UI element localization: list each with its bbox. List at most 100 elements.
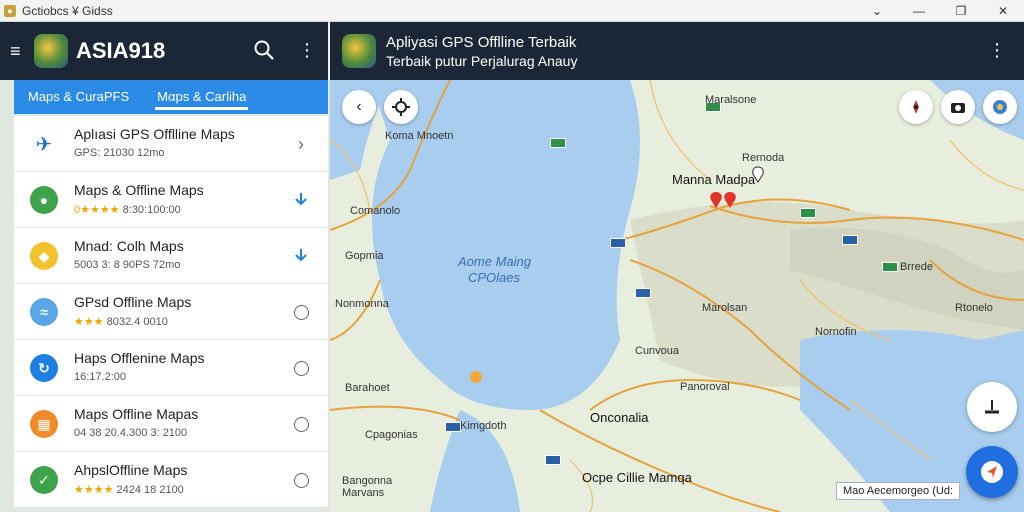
app-icon: ✓ xyxy=(30,466,58,494)
search-icon[interactable] xyxy=(252,38,278,64)
radio-button[interactable] xyxy=(292,471,310,489)
download-icon[interactable] xyxy=(292,247,310,265)
app-icon: ≈ xyxy=(30,298,58,326)
list-item-subtitle: 5003 3: 8 90PS 72mo xyxy=(74,259,180,271)
list-item-meta: 16:17.2:00 xyxy=(74,371,126,383)
road-shield xyxy=(550,138,566,148)
map-label: Maralsone xyxy=(705,94,757,106)
list-item-meta: 04 38 20.4.300 3: 2100 xyxy=(74,427,188,439)
map-scale-text: Mao Aecemorgeo (Ud: xyxy=(835,482,960,500)
app-header: ≡ ASIA918 ⋮ xyxy=(0,22,328,80)
app-icon: ↻ xyxy=(30,354,58,382)
chevron-down-icon[interactable]: ⌄ xyxy=(856,0,898,22)
list-item-meta: GPS: 21030 12mo xyxy=(74,147,165,159)
map-view[interactable]: Koma Mnoetn Manna Madpa Comanolo Aome Ma… xyxy=(330,80,1024,512)
list-item[interactable]: ≈ GPsd Offline Maps ★★★ 8032.4 0010 xyxy=(14,284,328,340)
minimize-icon[interactable]: — xyxy=(898,0,940,22)
map-label: Ocpe Cillie Mamqa xyxy=(582,470,692,485)
poi-marker-icon[interactable] xyxy=(468,369,484,387)
map-title: Apliyasi GPS Offlline Terbaik xyxy=(386,33,577,51)
locate-icon[interactable] xyxy=(384,90,418,124)
tab-maps-carliha[interactable]: Mαps & Carliha xyxy=(143,80,260,114)
list-item-title: AhpslOffline Maps xyxy=(74,462,188,478)
app-icon: ● xyxy=(30,186,58,214)
rating-stars: ★★★★ xyxy=(74,484,114,496)
map-label: Comanolo xyxy=(350,205,401,217)
map-label: Marolsan xyxy=(702,302,748,314)
hamburger-menu-icon[interactable]: ≡ xyxy=(10,41,32,62)
water-label: CPOlaes xyxy=(468,270,521,285)
navigation-icon[interactable] xyxy=(967,382,1017,432)
list-item-title: GPsd Offline Maps xyxy=(74,294,192,310)
map-label: Rernoda xyxy=(742,152,785,164)
directions-fab-icon[interactable] xyxy=(966,446,1018,498)
road-shield xyxy=(842,235,858,245)
road-shield xyxy=(882,262,898,272)
list-item[interactable]: ▦ Maps Offline Mapas 04 38 20.4.300 3: 210… xyxy=(14,396,328,452)
app-icon: ✈ xyxy=(30,130,58,158)
layers-icon[interactable] xyxy=(983,90,1017,124)
location-pin-icon[interactable] xyxy=(708,190,744,218)
list-item-meta: 8:30:100:00 xyxy=(122,204,181,216)
app-icon: ▦ xyxy=(30,410,58,438)
list-item-meta: 5003 3: 8 90PS 72mo xyxy=(74,259,181,271)
road-shield xyxy=(800,208,816,218)
window-controls: ⌄ — ❐ ✕ xyxy=(856,0,1024,22)
road-shield xyxy=(545,455,561,465)
list-item-title: Haps Offlenine Maps xyxy=(74,350,205,366)
back-icon[interactable]: ‹ xyxy=(342,90,376,124)
chevron-right-icon[interactable]: › xyxy=(292,134,310,154)
offline-maps-list: ✈ Aplıasi GPS Offlline Maps GPS: 21030 12m… xyxy=(14,116,328,508)
rating-stars: ★★★ xyxy=(74,316,104,328)
map-app-logo xyxy=(342,34,376,68)
list-item-subtitle: ★★★ 8032.4 0010 xyxy=(74,315,168,328)
close-icon[interactable]: ✕ xyxy=(982,0,1024,22)
radio-button[interactable] xyxy=(292,415,310,433)
list-item-title: Mnad: Colh Maps xyxy=(74,238,184,254)
map-label: Kimgdoth xyxy=(460,420,507,432)
camera-icon[interactable] xyxy=(941,90,975,124)
location-pin-icon[interactable] xyxy=(750,166,766,186)
map-label: Nonmonna xyxy=(335,298,389,310)
app-icon: ● xyxy=(4,4,16,17)
radio-button[interactable] xyxy=(292,359,310,377)
map-more-options-icon[interactable]: ⋮ xyxy=(988,40,1006,61)
road-shield xyxy=(610,238,626,248)
tab-maps-curapfs[interactable]: Maps & CuraPFS xyxy=(14,80,143,114)
restore-icon[interactable]: ❐ xyxy=(940,0,982,22)
map-label: Bangonna xyxy=(342,475,393,487)
compass-icon[interactable] xyxy=(899,90,933,124)
list-item-title: Maps Offline Mapas xyxy=(74,406,199,422)
map-label: Brrede xyxy=(900,261,934,273)
map-label: Cunvoua xyxy=(635,345,680,357)
list-item-meta: 8032.4 0010 xyxy=(106,316,168,328)
map-header: Apliyasi GPS Offlline Terbaik Terbaik pu… xyxy=(330,22,1024,80)
app-icon: ◆ xyxy=(30,242,58,270)
list-item-subtitle: GPS: 21030 12mo xyxy=(74,147,165,159)
list-item[interactable]: ● Maps & Offline Maps 0★★★★ 8:30:100:00 xyxy=(14,172,328,228)
map-label: Manna Madpa xyxy=(672,172,756,187)
radio-button[interactable] xyxy=(292,303,310,321)
road-shield xyxy=(445,422,461,432)
window-title-bar: ● Gctiobcs ¥ Gidss ⌄ — ❐ ✕ xyxy=(0,0,1024,22)
map-label: Marvans xyxy=(342,487,385,499)
app-logo xyxy=(34,34,68,68)
list-item[interactable]: ✓ AhpslOffline Maps ★★★★ 2424 18 2100 xyxy=(14,452,328,508)
map-label: Nornofin xyxy=(815,326,857,338)
list-item-title: Aplıasi GPS Offlline Maps xyxy=(74,126,235,142)
list-item[interactable]: ◆ Mnad: Colh Maps 5003 3: 8 90PS 72mo xyxy=(14,228,328,284)
map-canvas xyxy=(330,80,1024,512)
list-item[interactable]: ↻ Haps Offlenine Maps 16:17.2:00 xyxy=(14,340,328,396)
window-title: Gctiobcs ¥ Gidss xyxy=(22,3,113,18)
list-item-subtitle: 04 38 20.4.300 3: 2100 xyxy=(74,427,187,439)
tab-bar: Maps & CuraPFS Mαps & Carliha xyxy=(14,80,328,114)
more-options-icon[interactable]: ⋮ xyxy=(298,40,316,60)
list-item[interactable]: ✈ Aplıasi GPS Offlline Maps GPS: 21030 12m… xyxy=(14,116,328,172)
map-subtitle: Terbaik putur Perjalurag Anauy xyxy=(386,52,578,69)
rating-stars: 0★★★★ xyxy=(74,204,120,216)
download-icon[interactable] xyxy=(292,191,310,209)
water-label: Aome Maing xyxy=(458,254,531,269)
list-item-subtitle: ★★★★ 2424 18 2100 xyxy=(74,483,184,496)
list-item-title: Maps & Offline Maps xyxy=(74,182,204,198)
app-list-panel: Maps & CuraPFS Mαps & Carliha ✈ Aplıasi G… xyxy=(0,80,330,512)
